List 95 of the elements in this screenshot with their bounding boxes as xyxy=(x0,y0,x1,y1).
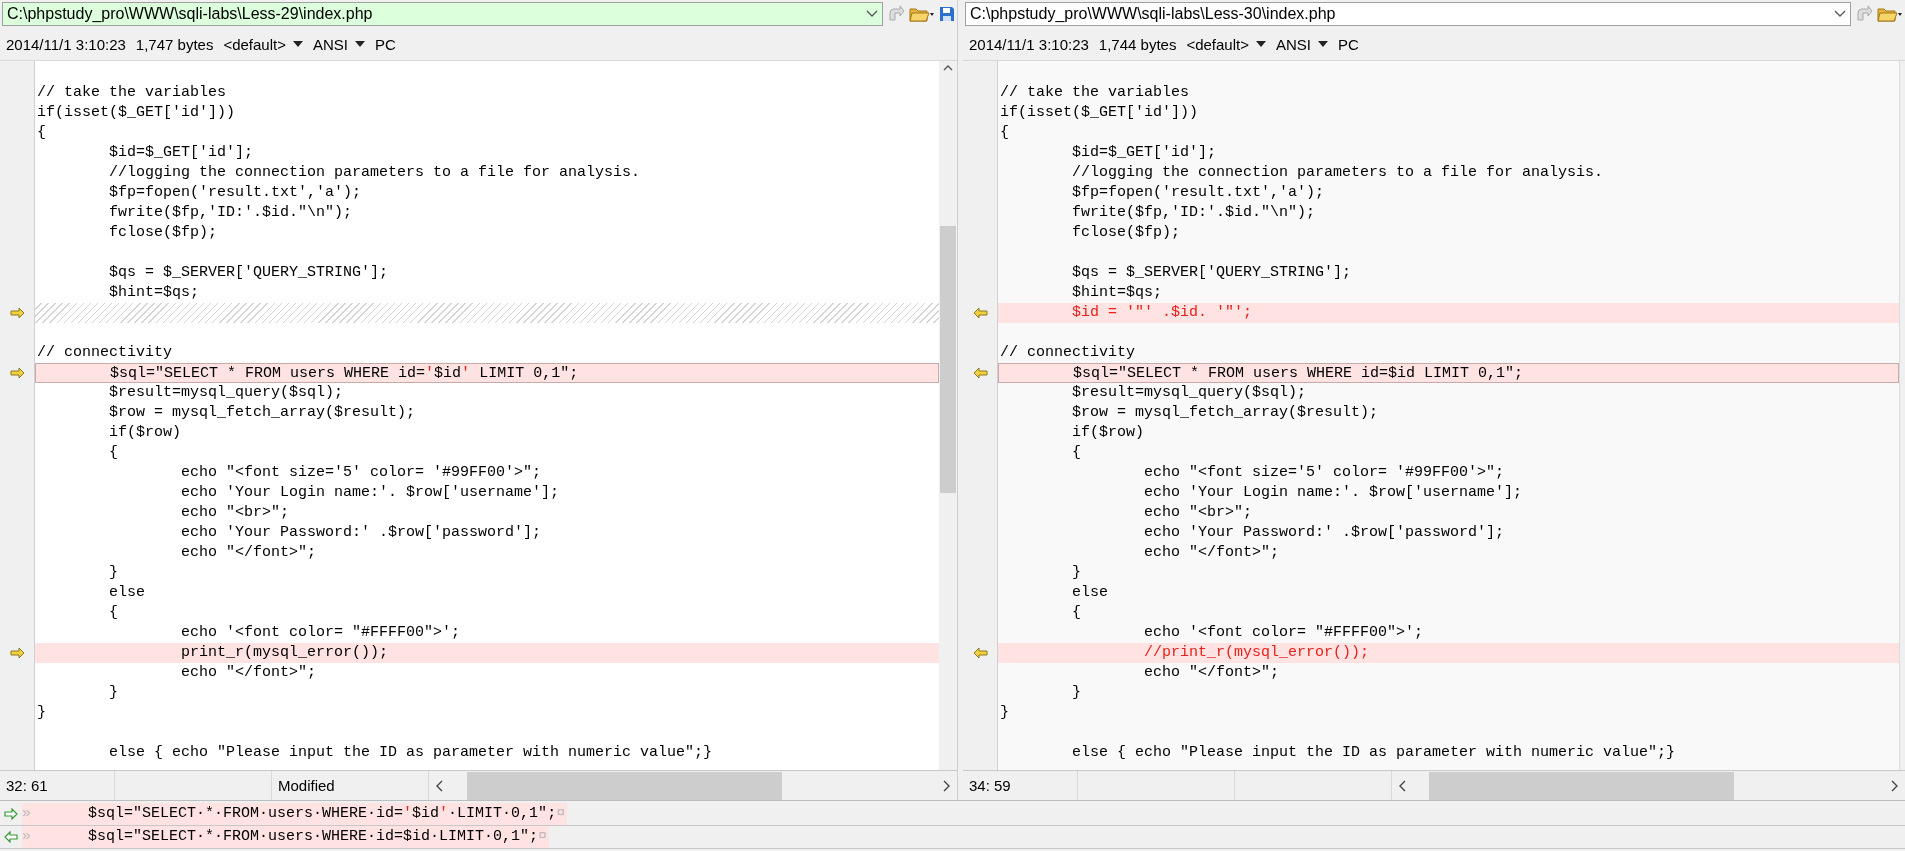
code-line: { xyxy=(36,123,47,143)
code-line: $qs = $_SERVER['QUERY_STRING']; xyxy=(1071,263,1353,283)
code-line: $id=$_GET['id']; xyxy=(108,143,255,163)
chevron-down-icon[interactable] xyxy=(1834,10,1846,18)
code-line: $row = mysql_fetch_array($result); xyxy=(1071,403,1380,423)
code-line: else { echo "Please input the ID as parameter with numeric value";} xyxy=(1071,743,1677,763)
arrow-icon[interactable] xyxy=(9,647,25,659)
code-line: echo "</font>"; xyxy=(1143,543,1281,563)
code-line: echo 'Your Login name:'. $row['username']; xyxy=(1143,483,1524,503)
code-line: echo "<br>"; xyxy=(1143,503,1254,523)
encoding-dropdown[interactable]: ANSI xyxy=(312,35,365,53)
code-line: $qs = $_SERVER['QUERY_STRING']; xyxy=(108,263,390,283)
line-ending-label: PC xyxy=(375,35,396,53)
code-line: } xyxy=(1071,683,1083,703)
path-field[interactable]: C:\phpstudy_pro\WWW\sqli-labs\Less-30\index.php xyxy=(965,2,1851,26)
dropdown-icon xyxy=(1255,41,1266,47)
code-line: if(isset($_GET['id'])) xyxy=(999,103,1200,123)
cursor-position: 34: 59 xyxy=(969,777,1011,794)
code-line: echo "<font size='5' color= '#99FF00'>"; xyxy=(180,463,543,483)
code-line: else xyxy=(108,583,147,603)
code-line: echo "<font size='5' color= '#99FF00'>"; xyxy=(1143,463,1506,483)
chevron-left-icon[interactable] xyxy=(435,779,443,792)
code-line: if($row) xyxy=(1071,423,1146,443)
code-line: else xyxy=(1071,583,1110,603)
code-line: { xyxy=(1071,603,1083,623)
arrow-icon[interactable] xyxy=(972,647,988,659)
scrollbar-thumb[interactable] xyxy=(1429,771,1735,800)
file-date: 2014/11/1 3:10:23 xyxy=(6,35,126,53)
code-line: fclose($fp); xyxy=(1071,223,1182,243)
file-size: 1,747 bytes xyxy=(135,35,214,53)
dropdown-icon xyxy=(292,41,303,47)
code-line: echo 'Your Password:' .$row['password']; xyxy=(1143,523,1506,543)
save-icon[interactable] xyxy=(939,6,955,22)
code-line: $row = mysql_fetch_array($result); xyxy=(108,403,417,423)
modified-status: Modified xyxy=(278,777,335,794)
code-line: } xyxy=(108,563,120,583)
code-line: } xyxy=(108,683,120,703)
code-line: echo "<br>"; xyxy=(180,503,291,523)
chevron-right-icon[interactable] xyxy=(943,779,951,792)
line-ending-label: PC xyxy=(1338,35,1359,53)
code-line: echo 'Your Password:' .$row['password']; xyxy=(180,523,543,543)
code-line: // connectivity xyxy=(36,343,174,363)
dropdown-icon xyxy=(355,41,365,47)
scrollbar-thumb[interactable] xyxy=(940,226,956,493)
code-line: // connectivity xyxy=(999,343,1137,363)
code-line: //logging the connection parameters to a file for analysis. xyxy=(108,163,642,183)
code-line: // take the variables xyxy=(999,83,1191,103)
code-line: } xyxy=(1071,563,1083,583)
file-size: 1,744 bytes xyxy=(1098,35,1177,53)
code-line: $fp=fopen('result.txt','a'); xyxy=(1071,183,1326,203)
code-line: $fp=fopen('result.txt','a'); xyxy=(108,183,363,203)
code-line: { xyxy=(1071,443,1083,463)
code-line: $result=mysql_query($sql); xyxy=(108,383,345,403)
file-date: 2014/11/1 3:10:23 xyxy=(969,35,1089,53)
codepage-dropdown[interactable]: <default> xyxy=(223,35,303,53)
code-line: { xyxy=(108,443,120,463)
arrow-icon[interactable] xyxy=(972,307,988,319)
code-line: fclose($fp); xyxy=(108,223,219,243)
code-line: echo "</font>"; xyxy=(180,663,318,683)
arrow-icon[interactable] xyxy=(972,367,988,379)
code-line: if($row) xyxy=(108,423,183,443)
code-line: fwrite($fp,'ID:'.$id."\n"); xyxy=(1071,203,1317,223)
code-line: echo '<font color= "#FFFF00">'; xyxy=(1143,623,1425,643)
arrow-icon[interactable] xyxy=(9,307,25,319)
code-line: //logging the connection parameters to a file for analysis. xyxy=(1071,163,1605,183)
code-line: echo "</font>"; xyxy=(1143,663,1281,683)
code-line: echo "</font>"; xyxy=(180,543,318,563)
code-line: if(isset($_GET['id'])) xyxy=(36,103,237,123)
codepage-dropdown[interactable]: <default> xyxy=(1186,35,1266,53)
code-line: $id=$_GET['id']; xyxy=(1071,143,1218,163)
dropdown-icon xyxy=(1318,41,1328,47)
code-line: } xyxy=(36,703,47,723)
folder-icon[interactable] xyxy=(909,5,935,23)
encoding-dropdown[interactable]: ANSI xyxy=(1275,35,1328,53)
path-field[interactable]: C:\phpstudy_pro\WWW\sqli-labs\Less-29\index.php xyxy=(2,2,883,26)
code-line: $result=mysql_query($sql); xyxy=(1071,383,1308,403)
code-line: } xyxy=(999,703,1010,723)
code-line: $hint=$qs; xyxy=(108,283,201,303)
chevron-right-icon[interactable] xyxy=(1891,779,1899,792)
scrollbar-thumb[interactable] xyxy=(466,771,782,800)
code-line: echo '<font color= "#FFFF00">'; xyxy=(180,623,462,643)
arrow-icon xyxy=(4,808,18,820)
code-line: // take the variables xyxy=(36,83,228,103)
code-line: else { echo "Please input the ID as parameter with numeric value";} xyxy=(108,743,714,763)
chevron-down-icon[interactable] xyxy=(866,10,878,18)
code-line: $hint=$qs; xyxy=(1071,283,1164,303)
folder-icon[interactable] xyxy=(1877,5,1903,23)
code-line: { xyxy=(108,603,120,623)
chevron-left-icon[interactable] xyxy=(1398,779,1406,792)
arrow-icon xyxy=(4,831,18,843)
arrow-icon[interactable] xyxy=(9,367,25,379)
code-line: echo 'Your Login name:'. $row['username']; xyxy=(180,483,561,503)
code-line: fwrite($fp,'ID:'.$id."\n"); xyxy=(108,203,354,223)
code-line: { xyxy=(999,123,1010,143)
cursor-position: 32: 61 xyxy=(6,777,48,794)
